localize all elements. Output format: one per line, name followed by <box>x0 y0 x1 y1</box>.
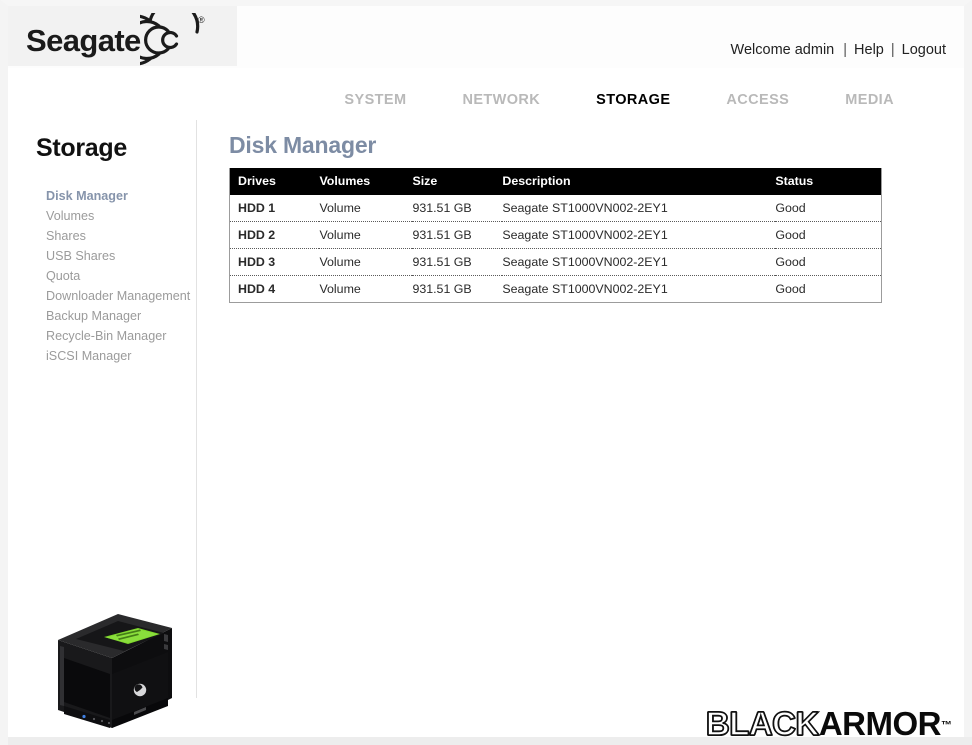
cell-status: Good <box>775 248 882 276</box>
sidebar-item-volumes[interactable]: Volumes <box>46 206 196 226</box>
nav-tab-media[interactable]: MEDIA <box>817 92 922 108</box>
table-header-row: Drives Volumes Size Description Status <box>229 168 882 195</box>
disk-manager-table: Drives Volumes Size Description Status H… <box>229 168 882 303</box>
account-separator-1: | <box>843 42 848 58</box>
main-content: Disk Manager Drives Volumes Size Descrip… <box>221 118 961 303</box>
table-row[interactable]: HDD 3 Volume 931.51 GB Seagate ST1000VN0… <box>229 248 882 276</box>
column-header-drives[interactable]: Drives <box>229 168 320 195</box>
table-header: Drives Volumes Size Description Status <box>229 168 882 195</box>
cell-volume: Volume <box>319 221 413 249</box>
sidebar-item-disk-manager[interactable]: Disk Manager <box>46 186 196 206</box>
column-header-description[interactable]: Description <box>502 168 776 195</box>
cell-drive: HDD 3 <box>229 248 320 276</box>
cell-size: 931.51 GB <box>412 248 503 276</box>
sidebar-item-backup-manager[interactable]: Backup Manager <box>46 306 196 326</box>
welcome-message: Welcome admin <box>730 42 835 58</box>
logo-panel: Seagate ® <box>8 6 237 66</box>
sidebar-item-usb-shares[interactable]: USB Shares <box>46 246 196 266</box>
cell-description: Seagate ST1000VN002-2EY1 <box>502 282 668 296</box>
column-header-size[interactable]: Size <box>412 168 503 195</box>
app-header: Seagate ® Welcome admin | Help | Logout <box>8 6 964 68</box>
column-header-volumes[interactable]: Volumes <box>319 168 413 195</box>
primary-navigation: SYSTEM NETWORK STORAGE ACCESS MEDIA <box>8 74 964 118</box>
cell-size: 931.51 GB <box>412 221 503 249</box>
sidebar-item-quota[interactable]: Quota <box>46 266 196 286</box>
cell-size: 931.51 GB <box>412 195 503 222</box>
cell-status: Good <box>775 195 882 222</box>
cell-description: Seagate ST1000VN002-2EY1 <box>502 221 776 249</box>
nav-tab-access[interactable]: ACCESS <box>698 92 817 108</box>
cell-drive: HDD 4 <box>238 282 276 296</box>
blackarmor-nas-device-icon <box>58 614 172 728</box>
nav-tab-network[interactable]: NETWORK <box>434 92 568 108</box>
sidebar-item-recycle-bin-manager[interactable]: Recycle-Bin Manager <box>46 326 196 346</box>
app-page: Seagate ® Welcome admin | Help | Logout <box>0 0 972 745</box>
account-separator-2: | <box>890 42 895 58</box>
footer-band <box>8 737 972 745</box>
help-link[interactable]: Help <box>854 42 884 58</box>
table-row[interactable]: HDD 2 Volume 931.51 GB Seagate ST1000VN0… <box>229 221 882 249</box>
cell-description: Seagate ST1000VN002-2EY1 <box>502 248 776 276</box>
table-row[interactable]: HDD 4 Volume 931.51 GB Seagate ST1000VN0… <box>230 276 882 303</box>
sidebar-nav: Disk Manager Volumes Shares USB Shares Q… <box>46 186 196 366</box>
nav-tab-storage[interactable]: STORAGE <box>568 92 698 108</box>
sidebar-divider <box>196 120 197 698</box>
nav-tab-system[interactable]: SYSTEM <box>316 92 434 108</box>
cell-status: Good <box>775 282 806 296</box>
registered-trademark-icon: ® <box>198 15 205 25</box>
cell-drive: HDD 2 <box>229 221 320 249</box>
logout-link[interactable]: Logout <box>902 42 946 58</box>
cell-size: 931.51 GB <box>412 282 472 296</box>
sidebar-item-downloader-management[interactable]: Downloader Management <box>46 286 196 306</box>
table-body: HDD 1 Volume 931.51 GB Seagate ST1000VN0… <box>229 195 882 303</box>
page-title: Disk Manager <box>229 132 377 158</box>
blackarmor-logo: BLACKARMOR™ <box>705 704 952 743</box>
sidebar-item-iscsi-manager[interactable]: iSCSI Manager <box>46 346 196 366</box>
sidebar-item-shares[interactable]: Shares <box>46 226 196 246</box>
cell-status: Good <box>775 221 882 249</box>
cell-drive: HDD 1 <box>229 195 320 222</box>
table-row[interactable]: HDD 1 Volume 931.51 GB Seagate ST1000VN0… <box>229 195 882 222</box>
seagate-wordmark: Seagate <box>26 23 141 58</box>
seagate-logo[interactable]: Seagate ® <box>26 13 216 66</box>
cell-volume: Volume <box>319 248 413 276</box>
cell-volume: Volume <box>319 195 413 222</box>
cell-description: Seagate ST1000VN002-2EY1 <box>502 195 776 222</box>
cell-volume: Volume <box>319 282 361 296</box>
trademark-icon: ™ <box>941 719 952 732</box>
sidebar-title: Storage <box>36 134 127 162</box>
column-header-status[interactable]: Status <box>775 168 882 195</box>
account-bar: Welcome admin | Help | Logout <box>731 42 946 58</box>
